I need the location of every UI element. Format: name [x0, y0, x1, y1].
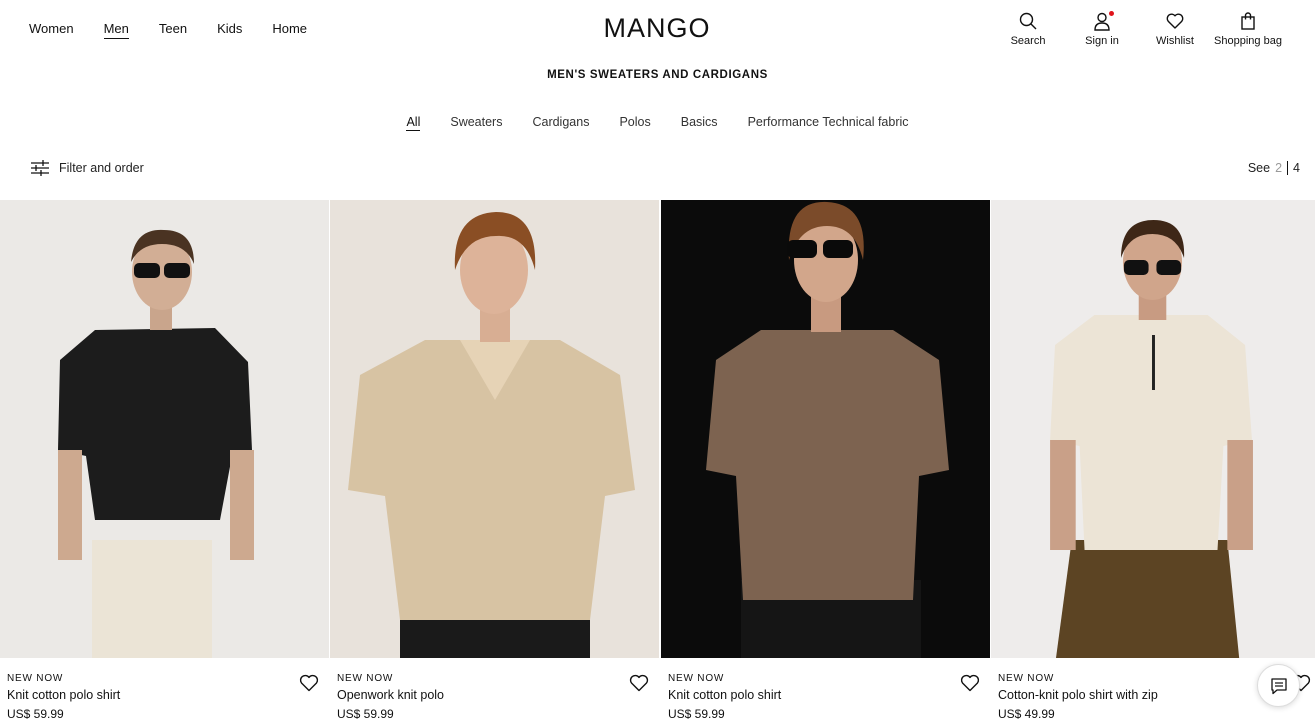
subcategory-all[interactable]: All [406, 114, 421, 131]
view-divider [1287, 161, 1289, 175]
subcategory-cardigans[interactable]: Cardigans [532, 114, 589, 131]
subcategory-basics[interactable]: Basics [681, 114, 718, 131]
product-name[interactable]: Openwork knit polo [337, 688, 444, 702]
product-grid: NEW NOW Knit cotton polo shirt US$ 59.99… [0, 200, 1315, 723]
wishlist-label: Wishlist [1156, 35, 1194, 47]
product-price: US$ 59.99 [337, 707, 394, 721]
shopping-bag-button[interactable]: Shopping bag [1213, 11, 1283, 47]
brand-logo[interactable]: MANGO [590, 14, 724, 42]
view-option-4[interactable]: 4 [1293, 161, 1300, 175]
category-nav: Women Men Teen Kids Home [29, 20, 337, 39]
chat-icon [1270, 677, 1287, 694]
sign-in-button[interactable]: Sign in [1084, 11, 1120, 47]
product-tag: NEW NOW [337, 673, 394, 684]
subcategory-sweaters[interactable]: Sweaters [450, 114, 502, 131]
heart-icon [1166, 13, 1184, 29]
sign-in-label: Sign in [1085, 35, 1119, 47]
search-label: Search [1010, 35, 1046, 47]
nav-women[interactable]: Women [29, 20, 74, 39]
product-card[interactable]: NEW NOW Openwork knit polo US$ 59.99 [330, 200, 659, 723]
wishlist-button[interactable]: Wishlist [1155, 11, 1195, 47]
product-card[interactable]: NEW NOW Cotton-knit polo shirt with zip … [991, 200, 1315, 723]
grid-view-selector: See 2 4 [1248, 161, 1300, 175]
search-button[interactable]: Search [1011, 11, 1045, 47]
add-to-wishlist-button[interactable] [960, 674, 980, 692]
nav-teen[interactable]: Teen [159, 20, 187, 39]
heart-icon [299, 674, 319, 692]
shopping-bag-label: Shopping bag [1214, 35, 1282, 47]
product-tag: NEW NOW [668, 673, 725, 684]
subcategory-polos[interactable]: Polos [619, 114, 650, 131]
top-navigation: Women Men Teen Kids Home MANGO Search Si… [0, 0, 1315, 60]
add-to-wishlist-button[interactable] [629, 674, 649, 692]
product-image[interactable] [0, 200, 329, 658]
product-name[interactable]: Cotton-knit polo shirt with zip [998, 688, 1158, 702]
subcategory-performance[interactable]: Performance Technical fabric [748, 114, 909, 131]
sliders-icon [31, 160, 49, 176]
filter-label: Filter and order [59, 161, 144, 175]
product-card[interactable]: NEW NOW Knit cotton polo shirt US$ 59.99 [0, 200, 329, 723]
notification-dot [1109, 11, 1114, 16]
add-to-wishlist-button[interactable] [299, 674, 319, 692]
chat-button[interactable] [1257, 664, 1300, 707]
product-image[interactable] [991, 200, 1315, 658]
heart-icon [629, 674, 649, 692]
search-icon [1019, 12, 1037, 30]
heart-icon [960, 674, 980, 692]
product-image[interactable] [661, 200, 990, 658]
nav-men[interactable]: Men [103, 20, 129, 39]
nav-kids[interactable]: Kids [217, 20, 242, 39]
subcategory-nav: All Sweaters Cardigans Polos Basics Perf… [0, 114, 1315, 131]
filter-button[interactable]: Filter and order [31, 160, 144, 176]
product-price: US$ 59.99 [668, 707, 725, 721]
view-option-2[interactable]: 2 [1275, 161, 1282, 175]
product-image[interactable] [330, 200, 659, 658]
nav-home[interactable]: Home [272, 20, 307, 39]
see-label: See [1247, 161, 1271, 175]
product-card[interactable]: NEW NOW Knit cotton polo shirt US$ 59.99 [661, 200, 990, 723]
product-price: US$ 59.99 [7, 707, 64, 721]
page-title: MEN'S SWEATERS AND CARDIGANS [547, 69, 768, 81]
bag-icon [1241, 12, 1255, 30]
product-name[interactable]: Knit cotton polo shirt [668, 688, 781, 702]
product-price: US$ 49.99 [998, 707, 1055, 721]
product-tag: NEW NOW [998, 673, 1055, 684]
product-tag: NEW NOW [7, 673, 64, 684]
product-name[interactable]: Knit cotton polo shirt [7, 688, 120, 702]
